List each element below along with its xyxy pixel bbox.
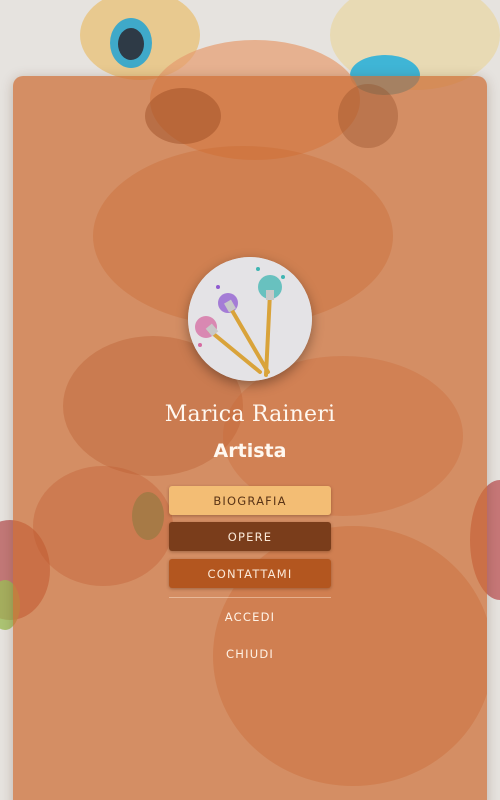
- card-texture: [33, 84, 487, 786]
- bg-blob: [118, 28, 144, 60]
- chiudi-link[interactable]: CHIUDI: [169, 647, 331, 661]
- biografia-button[interactable]: BIOGRAFIA: [169, 486, 331, 515]
- accedi-link[interactable]: ACCEDI: [169, 610, 331, 624]
- menu-card: [13, 76, 487, 800]
- artist-name: Marica Raineri: [164, 402, 336, 427]
- paintbrushes-icon: [188, 257, 312, 381]
- divider: [169, 597, 331, 598]
- contattami-button[interactable]: CONTATTAMI: [169, 559, 331, 588]
- opere-button[interactable]: OPERE: [169, 522, 331, 551]
- avatar: [188, 257, 312, 381]
- artist-role: Artista: [213, 440, 287, 462]
